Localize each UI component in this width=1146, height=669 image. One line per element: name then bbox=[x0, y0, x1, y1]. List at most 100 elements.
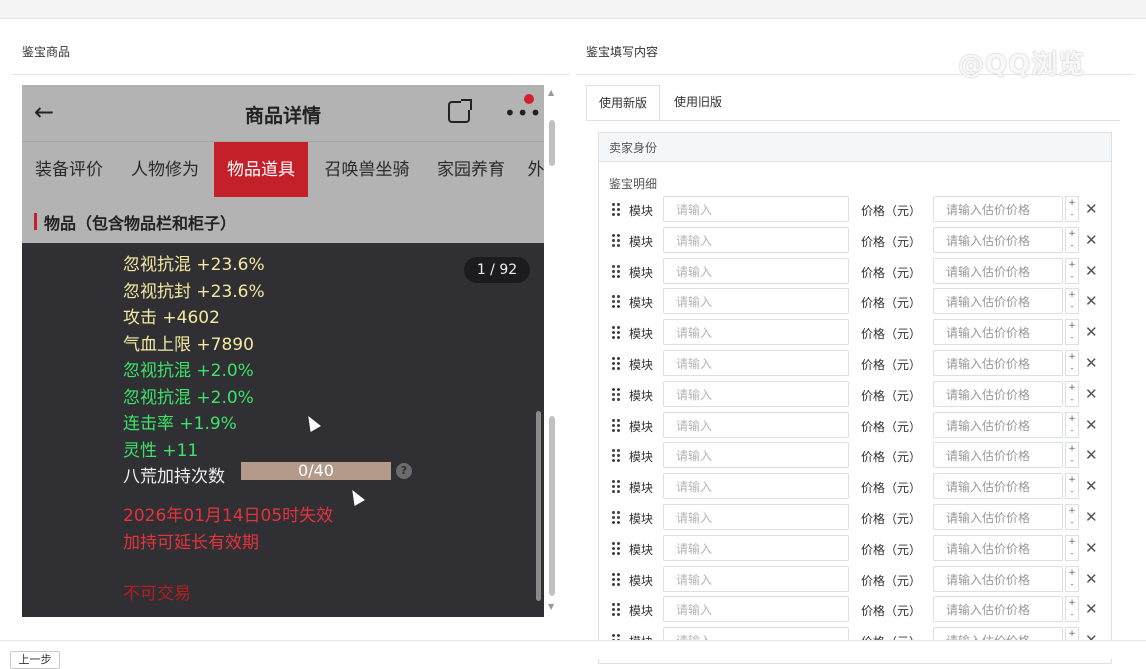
tab-items[interactable]: 物品道具 bbox=[214, 142, 308, 198]
close-icon[interactable]: ✕ bbox=[1085, 599, 1098, 619]
detail-row: 模块请输入价格（元） 请输入估价价格+- ✕ bbox=[599, 441, 1111, 471]
more-icon[interactable]: ••• bbox=[504, 101, 542, 125]
price-stepper[interactable]: +- bbox=[1065, 534, 1079, 561]
close-icon[interactable]: ✕ bbox=[1085, 445, 1098, 465]
inner-scrollbar[interactable] bbox=[536, 411, 541, 601]
price-stepper[interactable]: +- bbox=[1065, 257, 1079, 284]
price-stepper[interactable]: +- bbox=[1065, 380, 1079, 407]
tab-home[interactable]: 家园养育 bbox=[426, 142, 516, 198]
module-input[interactable]: 请输入 bbox=[663, 257, 849, 284]
price-stepper[interactable]: +- bbox=[1065, 565, 1079, 592]
tab-summons[interactable]: 召唤兽坐骑 bbox=[314, 142, 420, 198]
scroll-down-icon[interactable]: ▼ bbox=[548, 602, 554, 611]
price-input[interactable]: 请输入估价价格 bbox=[933, 565, 1063, 592]
price-stepper[interactable]: +- bbox=[1065, 473, 1079, 500]
detail-row: 模块请输入价格（元） 请输入估价价格+- ✕ bbox=[599, 349, 1111, 379]
close-icon[interactable]: ✕ bbox=[1085, 569, 1098, 589]
price-stepper[interactable]: +- bbox=[1065, 288, 1079, 315]
price-stepper[interactable]: +- bbox=[1065, 350, 1079, 376]
close-icon[interactable]: ✕ bbox=[1085, 322, 1098, 342]
module-input[interactable]: 请输入 bbox=[663, 534, 849, 561]
module-input[interactable]: 请输入 bbox=[663, 350, 849, 376]
drag-handle-icon[interactable] bbox=[611, 417, 621, 432]
module-input[interactable]: 请输入 bbox=[663, 565, 849, 592]
drag-handle-icon[interactable] bbox=[611, 325, 621, 340]
price-input[interactable]: 请输入估价价格 bbox=[933, 319, 1063, 346]
module-input[interactable]: 请输入 bbox=[663, 319, 849, 346]
price-input[interactable]: 请输入估价价格 bbox=[933, 442, 1063, 469]
left-section-title: 鉴宝商品 bbox=[22, 45, 71, 59]
seller-section-title: 卖家身份 bbox=[609, 141, 658, 155]
price-input[interactable]: 请输入估价价格 bbox=[933, 411, 1063, 438]
prev-step-button[interactable]: 上一步 bbox=[10, 651, 60, 669]
tab-new-version[interactable]: 使用新版 bbox=[586, 85, 660, 121]
drag-handle-icon[interactable] bbox=[611, 540, 621, 555]
price-input[interactable]: 请输入估价价格 bbox=[933, 257, 1063, 284]
module-label: 模块 bbox=[629, 296, 654, 311]
price-stepper[interactable]: +- bbox=[1065, 226, 1079, 253]
drag-handle-icon[interactable] bbox=[611, 263, 621, 278]
close-icon[interactable]: ✕ bbox=[1085, 291, 1098, 311]
module-input[interactable]: 请输入 bbox=[663, 442, 849, 469]
detail-row: 模块请输入价格（元） 请输入估价价格+- ✕ bbox=[599, 472, 1111, 502]
price-stepper[interactable]: +- bbox=[1065, 504, 1079, 530]
help-icon[interactable]: ? bbox=[396, 463, 412, 479]
detail-label: 鉴宝明细 bbox=[609, 177, 658, 191]
price-input[interactable]: 请输入估价价格 bbox=[933, 380, 1063, 407]
module-input[interactable]: 请输入 bbox=[663, 411, 849, 438]
price-input[interactable]: 请输入估价价格 bbox=[933, 226, 1063, 253]
price-input[interactable]: 请输入估价价格 bbox=[933, 473, 1063, 500]
price-stepper[interactable]: +- bbox=[1065, 196, 1079, 222]
close-icon[interactable]: ✕ bbox=[1085, 230, 1098, 250]
price-label: 价格（元） bbox=[861, 327, 922, 342]
tab-cultivation[interactable]: 人物修为 bbox=[120, 142, 210, 198]
drag-handle-icon[interactable] bbox=[611, 294, 621, 309]
close-icon[interactable]: ✕ bbox=[1085, 384, 1098, 404]
share-icon[interactable] bbox=[448, 99, 472, 123]
price-stepper[interactable]: +- bbox=[1065, 319, 1079, 346]
drag-handle-icon[interactable] bbox=[611, 232, 621, 247]
module-input[interactable]: 请输入 bbox=[663, 226, 849, 253]
close-icon[interactable]: ✕ bbox=[1085, 353, 1098, 373]
module-input[interactable]: 请输入 bbox=[663, 288, 849, 315]
close-icon[interactable]: ✕ bbox=[1085, 199, 1098, 219]
tab-more[interactable]: 外 bbox=[524, 142, 545, 198]
scroll-thumb[interactable] bbox=[549, 416, 555, 596]
detail-row: 模块请输入价格（元） 请输入估价价格+- ✕ bbox=[599, 411, 1111, 441]
outer-scrollbar[interactable]: ▲ ▼ bbox=[546, 86, 558, 616]
price-stepper[interactable]: +- bbox=[1065, 411, 1079, 438]
close-icon[interactable]: ✕ bbox=[1085, 538, 1098, 558]
scroll-up-icon[interactable]: ▲ bbox=[548, 88, 554, 97]
module-input[interactable]: 请输入 bbox=[663, 473, 849, 500]
drag-handle-icon[interactable] bbox=[611, 356, 621, 370]
tab-equipment[interactable]: 装备评价 bbox=[22, 142, 116, 198]
right-section-title: 鉴宝填写内容 bbox=[586, 45, 659, 59]
price-input[interactable]: 请输入估价价格 bbox=[933, 534, 1063, 561]
close-icon[interactable]: ✕ bbox=[1085, 507, 1098, 527]
price-input[interactable]: 请输入估价价格 bbox=[933, 288, 1063, 315]
price-input[interactable]: 请输入估价价格 bbox=[933, 196, 1063, 222]
module-input[interactable]: 请输入 bbox=[663, 196, 849, 222]
price-input[interactable]: 请输入估价价格 bbox=[933, 350, 1063, 376]
price-input[interactable]: 请输入估价价格 bbox=[933, 596, 1063, 623]
module-input[interactable]: 请输入 bbox=[663, 596, 849, 623]
price-input[interactable]: 请输入估价价格 bbox=[933, 504, 1063, 530]
tab-old-version[interactable]: 使用旧版 bbox=[662, 85, 734, 119]
close-icon[interactable]: ✕ bbox=[1085, 476, 1098, 496]
drag-handle-icon[interactable] bbox=[611, 448, 621, 463]
module-input[interactable]: 请输入 bbox=[663, 504, 849, 530]
detail-row: 模块请输入价格（元） 请输入估价价格+- ✕ bbox=[599, 595, 1111, 625]
scroll-thumb[interactable] bbox=[549, 120, 555, 166]
drag-handle-icon[interactable] bbox=[611, 479, 621, 494]
module-input[interactable]: 请输入 bbox=[663, 380, 849, 407]
drag-handle-icon[interactable] bbox=[611, 386, 621, 401]
price-stepper[interactable]: +- bbox=[1065, 442, 1079, 469]
drag-handle-icon[interactable] bbox=[611, 602, 621, 617]
drag-handle-icon[interactable] bbox=[611, 571, 621, 586]
close-icon[interactable]: ✕ bbox=[1085, 261, 1098, 281]
drag-handle-icon[interactable] bbox=[611, 510, 621, 524]
drag-handle-icon[interactable] bbox=[611, 202, 621, 216]
close-icon[interactable]: ✕ bbox=[1085, 415, 1098, 435]
price-stepper[interactable]: +- bbox=[1065, 596, 1079, 623]
not-tradable-text: 不可交易 bbox=[123, 584, 191, 604]
